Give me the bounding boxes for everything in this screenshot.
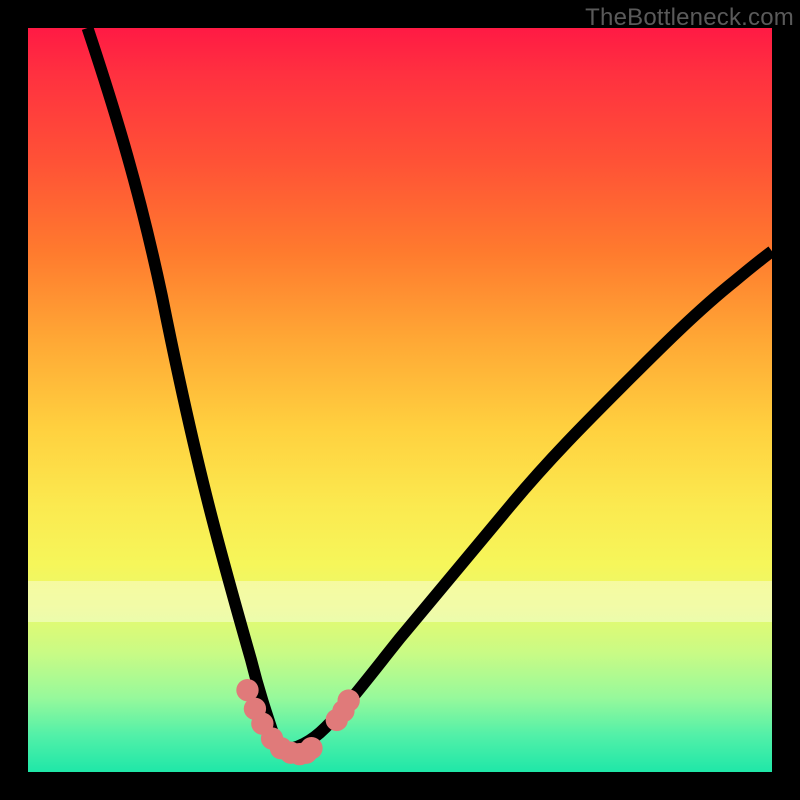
bottleneck-curve-left <box>88 28 281 750</box>
scatter-group <box>236 679 360 765</box>
scatter-pt <box>300 737 322 759</box>
chart-frame: TheBottleneck.com <box>0 0 800 800</box>
scatter-pt <box>338 689 360 711</box>
plot-area <box>28 28 772 772</box>
curve-layer <box>28 28 772 772</box>
bottleneck-curve-right <box>281 251 772 749</box>
watermark-text: TheBottleneck.com <box>585 4 794 32</box>
